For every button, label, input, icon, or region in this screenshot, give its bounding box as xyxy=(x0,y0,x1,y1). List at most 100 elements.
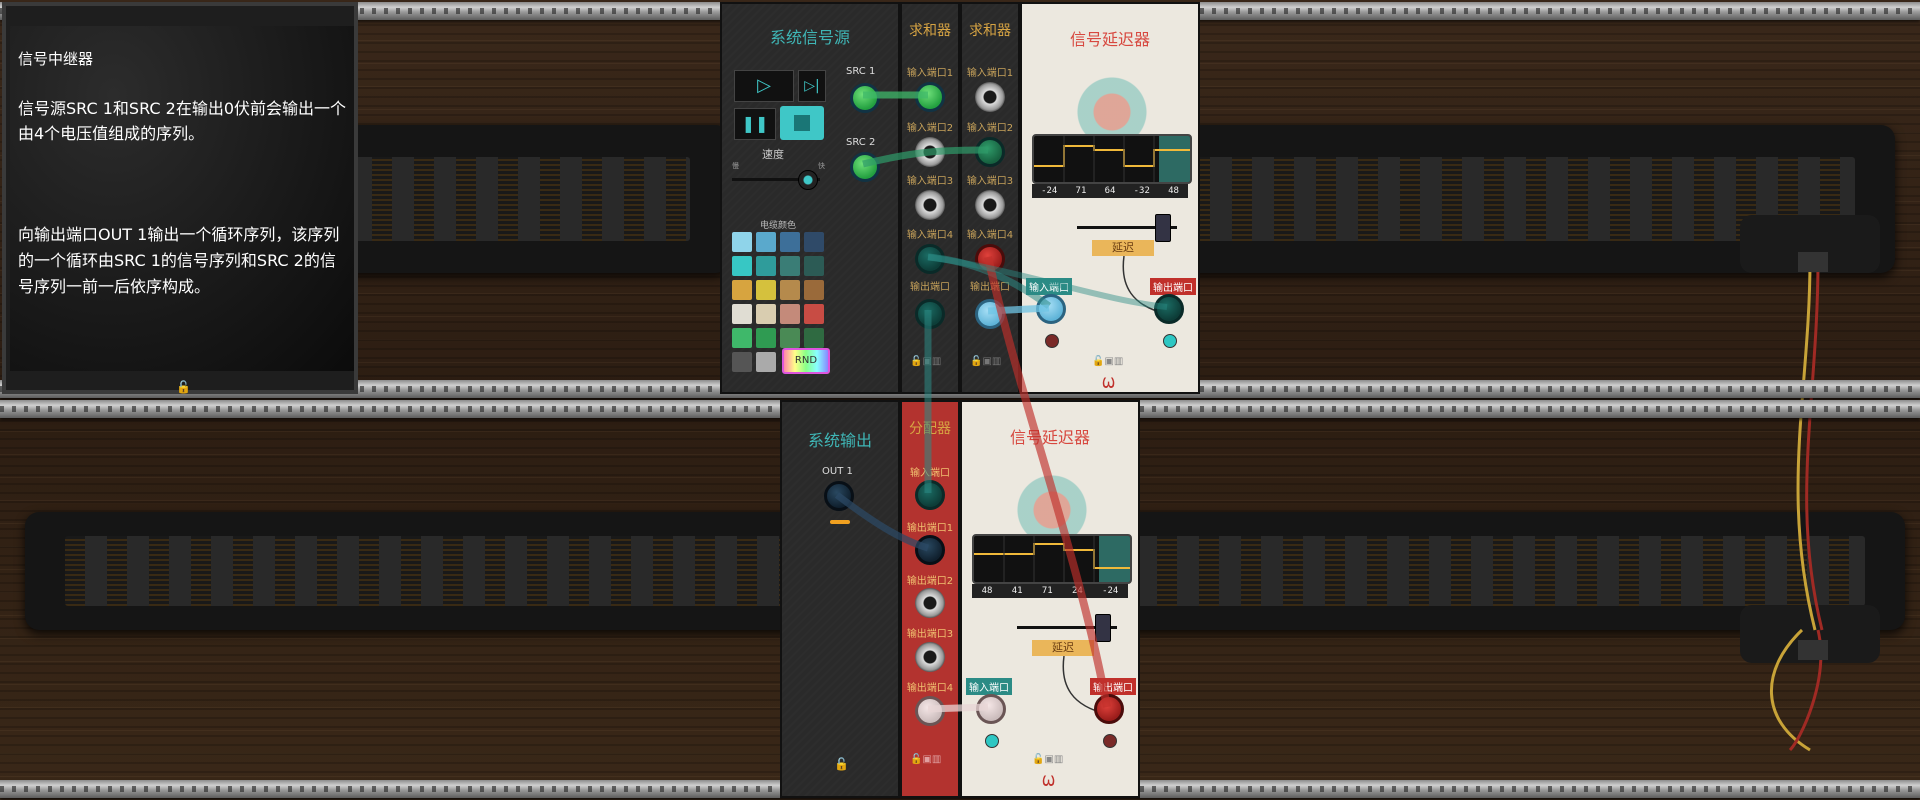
cable-color-swatch[interactable] xyxy=(732,280,752,300)
cable-color-swatch[interactable] xyxy=(804,304,824,324)
adder-2-in2-jack[interactable] xyxy=(975,137,1005,167)
delay-2-logo-icon: Ѡ xyxy=(1042,774,1056,790)
splitter-title: 分配器 xyxy=(909,421,951,437)
speed-fast-label: 快 xyxy=(818,162,825,170)
out1-indicator xyxy=(830,520,850,524)
adder-1-module: 求和器 输入端口1 输入端口2 输入端口3 输入端口4 输出端口 🔓▣▥ xyxy=(900,2,960,394)
delay-2-out-tag: 输出端口 xyxy=(1090,678,1136,695)
delay-1-label: 延迟 xyxy=(1092,240,1154,256)
adder-2-out-label: 输出端口 xyxy=(970,282,1010,293)
src2-jack[interactable] xyxy=(850,152,880,182)
cable-color-swatch[interactable] xyxy=(756,352,776,372)
cable-color-swatch[interactable] xyxy=(780,232,800,252)
adder-2-controls-icon: 🔓▣▥ xyxy=(970,356,1002,367)
cable-color-swatch[interactable] xyxy=(732,304,752,324)
adder-1-in2-label: 输入端口2 xyxy=(906,123,954,134)
delay-2-slider-handle[interactable] xyxy=(1095,614,1111,642)
adder-1-in4-jack[interactable] xyxy=(915,244,945,274)
play-button[interactable]: ▷ xyxy=(734,70,794,102)
speed-slider-handle[interactable] xyxy=(797,170,818,190)
src1-label: SRC 1 xyxy=(846,66,876,77)
delay-1-scope xyxy=(1032,134,1192,184)
splitter-out2-jack[interactable] xyxy=(915,588,945,618)
adder-2-in4-jack[interactable] xyxy=(975,244,1005,274)
cable-color-swatch[interactable] xyxy=(780,328,800,348)
adder-1-in3-jack[interactable] xyxy=(915,190,945,220)
cable-color-swatch[interactable] xyxy=(780,280,800,300)
step-button[interactable]: ▷| xyxy=(798,70,826,102)
cable-color-swatch[interactable] xyxy=(756,280,776,300)
cable-color-swatch[interactable] xyxy=(804,232,824,252)
info-para-1: 信号源SRC 1和SRC 2在输出0伏前会输出一个由4个电压值组成的序列。 xyxy=(18,99,347,143)
adder-2-in3-jack[interactable] xyxy=(975,190,1005,220)
adder-2-in1-jack[interactable] xyxy=(975,82,1005,112)
adder-2-title: 求和器 xyxy=(969,23,1011,39)
cable-color-swatch[interactable] xyxy=(804,328,824,348)
delay-1-in-led xyxy=(1045,334,1059,348)
flower-decoration-2 xyxy=(992,462,1112,542)
splitter-in-label: 输入端口 xyxy=(910,468,950,479)
info-title: 信号中继器 xyxy=(18,50,94,68)
cable-color-swatch[interactable] xyxy=(780,304,800,324)
splitter-out1-jack[interactable] xyxy=(915,535,945,565)
splitter-out3-jack[interactable] xyxy=(915,642,945,672)
cable-color-swatch[interactable] xyxy=(732,352,752,372)
delay-2-out-jack[interactable] xyxy=(1094,694,1124,724)
cable-color-swatch[interactable] xyxy=(732,232,752,252)
delay-1-in-tag: 输入端口 xyxy=(1026,278,1072,295)
output-module: 系统输出 OUT 1 🔓 xyxy=(780,400,900,798)
adder-2-in4-label: 输入端口4 xyxy=(966,230,1014,241)
delay-1-in-jack[interactable] xyxy=(1036,294,1066,324)
pause-button[interactable]: ❚❚ xyxy=(734,108,776,140)
cable-color-swatch[interactable] xyxy=(756,328,776,348)
speed-slow-label: 慢 xyxy=(732,162,739,170)
cable-color-swatch[interactable] xyxy=(804,256,824,276)
delay-1-slider-handle[interactable] xyxy=(1155,214,1171,242)
delay-2-title: 信号延迟器 xyxy=(1009,428,1090,447)
readout-value: 48 xyxy=(981,586,993,596)
cable-color-swatch[interactable] xyxy=(732,256,752,276)
random-color-button[interactable]: RND xyxy=(782,348,830,374)
delay-2-in-tag: 输入端口 xyxy=(966,678,1012,695)
cable-color-swatch[interactable] xyxy=(756,256,776,276)
source-title: 系统信号源 xyxy=(769,28,850,47)
splitter-controls-icon: 🔓▣▥ xyxy=(910,754,942,765)
stop-button[interactable] xyxy=(780,106,824,140)
delay-1-out-led xyxy=(1163,334,1177,348)
delay-2-in-jack[interactable] xyxy=(976,694,1006,724)
splitter-in-jack[interactable] xyxy=(915,480,945,510)
src1-jack[interactable] xyxy=(850,83,880,113)
readout-value: 48 xyxy=(1168,186,1179,196)
delay-2-controls-icon: 🔓▣▥ xyxy=(1032,754,1064,765)
splitter-out1-label: 输出端口1 xyxy=(906,523,954,534)
adder-2-in2-label: 输入端口2 xyxy=(966,123,1014,134)
output-lock-icon: 🔓 xyxy=(834,757,849,771)
delay-1-module: 信号延迟器 -24 71 64 -32 48 延迟 输入端口 输出端口 🔓▣▥ Ѡ xyxy=(1020,2,1200,394)
delay-1-waveform xyxy=(1034,136,1190,182)
splitter-module: 分配器 输入端口 输出端口1 输出端口2 输出端口3 输出端口4 🔓▣▥ xyxy=(900,400,960,798)
readout-value: 71 xyxy=(1075,186,1087,196)
delay-1-logo-icon: Ѡ xyxy=(1102,376,1116,392)
adder-1-controls-icon: 🔓▣▥ xyxy=(910,356,942,367)
cable-color-swatch[interactable] xyxy=(756,304,776,324)
adder-2-out-jack[interactable] xyxy=(975,299,1005,329)
delay-1-out-jack[interactable] xyxy=(1154,294,1184,324)
adder-1-out-jack[interactable] xyxy=(915,299,945,329)
delay-2-label: 延迟 xyxy=(1032,640,1094,656)
info-para-2: 向输出端口OUT 1输出一个循环序列，该序列的一个循环由SRC 1的信号序列和S… xyxy=(18,225,340,296)
speed-label: 速度 xyxy=(762,148,784,161)
stop-icon xyxy=(794,115,810,131)
cable-color-swatch[interactable] xyxy=(732,328,752,348)
delay-2-scope xyxy=(972,534,1132,584)
info-screen: 信号中继器 信号源SRC 1和SRC 2在输出0伏前会输出一个由4个电压值组成的… xyxy=(10,26,354,371)
adder-1-in4-label: 输入端口4 xyxy=(906,230,954,241)
adder-1-in2-jack[interactable] xyxy=(915,137,945,167)
splitter-out4-label: 输出端口4 xyxy=(906,683,954,694)
cable-color-swatch[interactable] xyxy=(780,256,800,276)
delay-1-title: 信号延迟器 xyxy=(1069,30,1150,49)
adder-1-in1-jack[interactable] xyxy=(915,82,945,112)
out1-jack[interactable] xyxy=(824,481,854,511)
cable-color-swatch[interactable] xyxy=(804,280,824,300)
cable-color-swatch[interactable] xyxy=(756,232,776,252)
splitter-out4-jack[interactable] xyxy=(915,696,945,726)
